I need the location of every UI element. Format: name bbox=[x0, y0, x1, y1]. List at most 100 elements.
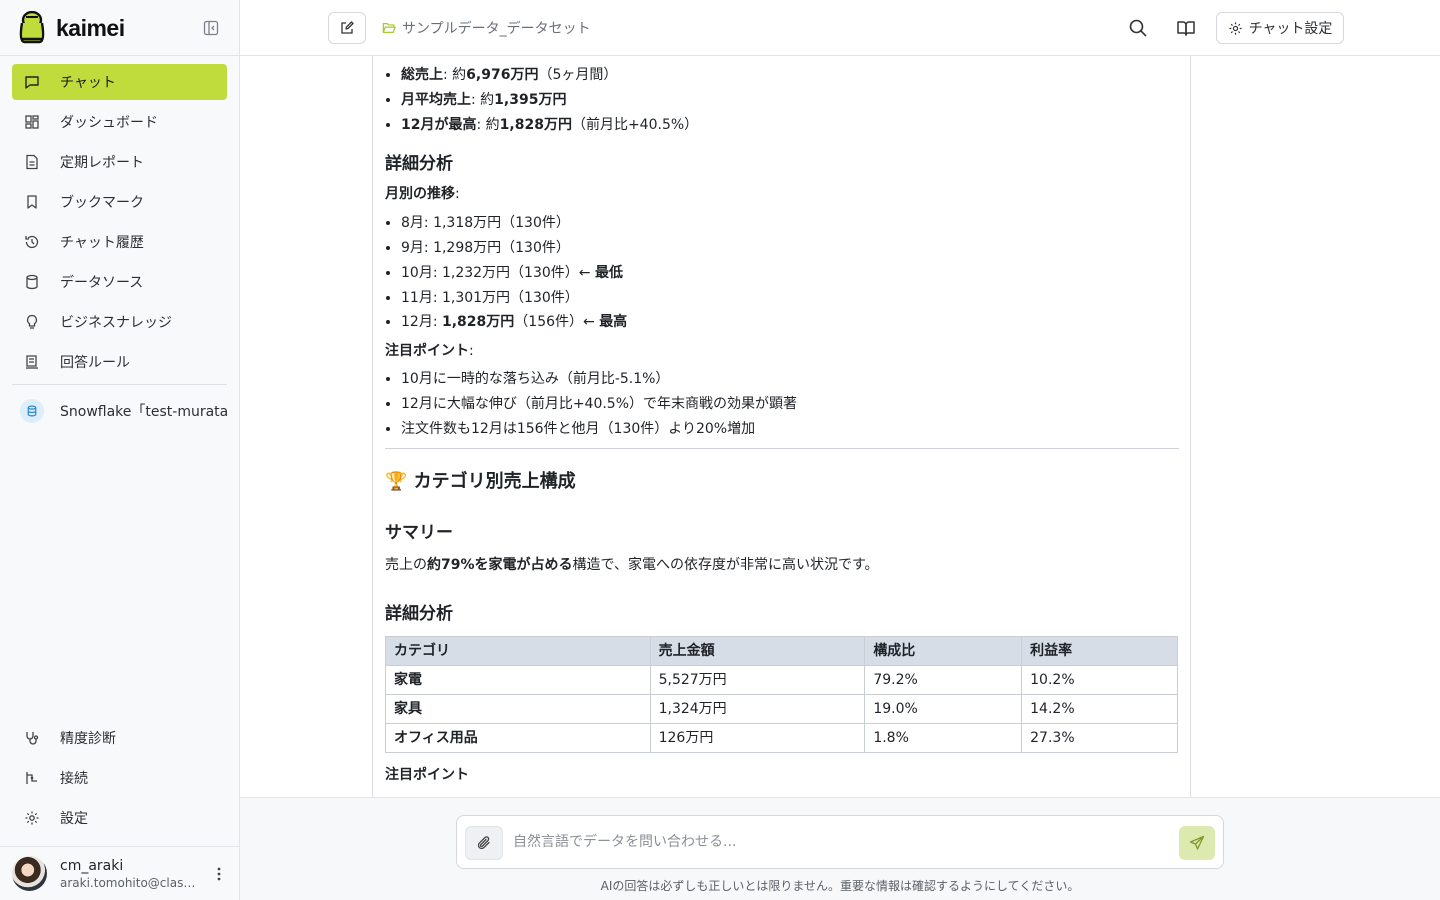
summary-note: （前月比+40.5%） bbox=[571, 116, 699, 133]
sidebar-item-label: データソース bbox=[60, 275, 144, 291]
summary-key: 月平均売上 bbox=[401, 91, 471, 108]
message-content: 総売上: 約6,976万円（5ヶ月間） 月平均売上: 約1,395万円 12月が… bbox=[385, 56, 1179, 788]
disclaimer: AIの回答は必ずしも正しいとは限りません。重要な情報は確認するようにしてください… bbox=[600, 879, 1080, 893]
search-icon[interactable] bbox=[1126, 16, 1150, 40]
breadcrumb[interactable]: サンプルデータ_データセット bbox=[382, 18, 591, 38]
sidebar: kaimei チャット ダッシュボード 定期レポート ブックマーク チャット履歴… bbox=[0, 0, 240, 900]
sidebar-item-label: 定期レポート bbox=[60, 155, 144, 171]
list-item: 8月: 1,318万円（130件） bbox=[401, 211, 1179, 236]
table-row: 家具 1,324万円 19.0% 14.2% bbox=[385, 694, 1178, 725]
sidebar-divider bbox=[12, 384, 227, 385]
sidebar-item-diagnostics[interactable]: 精度診断 bbox=[12, 720, 227, 756]
paperclip-icon bbox=[477, 836, 490, 850]
month-text: 8月: 1,318万円（130件） bbox=[401, 215, 570, 232]
month-tag: 最高 bbox=[599, 314, 628, 331]
kaimei-logo-icon bbox=[19, 11, 45, 44]
attention-list: 10月に一時的な落ち込み（前月比-5.1%） 12月に大幅な伸び（前月比+40.… bbox=[385, 367, 1179, 441]
collapse-sidebar-icon[interactable] bbox=[201, 18, 221, 38]
month-text: 9月: 1,298万円（130件） bbox=[401, 239, 570, 256]
sidebar-item-label: 精度診断 bbox=[60, 731, 116, 747]
sidebar-item-reports[interactable]: 定期レポート bbox=[12, 144, 227, 180]
rules-icon bbox=[26, 355, 38, 369]
send-button[interactable] bbox=[1179, 826, 1215, 860]
connection-icon bbox=[26, 772, 37, 784]
summary-value: 6,976万円 bbox=[466, 67, 539, 83]
month-text: 10月: 1,232万円（130件）← bbox=[401, 264, 595, 281]
table-cell: 5,527万円 bbox=[649, 665, 866, 696]
section-heading: サマリー bbox=[385, 523, 453, 544]
composer bbox=[456, 815, 1224, 869]
table-cell: 126万円 bbox=[649, 723, 866, 754]
sidebar-item-dashboard[interactable]: ダッシュボード bbox=[12, 104, 227, 140]
sidebar-item-label: ビジネスナレッジ bbox=[60, 315, 172, 331]
summary-key: 12月が最高 bbox=[401, 116, 477, 133]
table-cell: 19.0% bbox=[864, 694, 1023, 725]
bookmark-icon bbox=[27, 195, 37, 209]
dashboard-icon bbox=[25, 115, 39, 129]
list-item: 10月に一時的な落ち込み（前月比-5.1%） bbox=[401, 367, 1179, 392]
month-text: 11月: 1,301万円（130件） bbox=[401, 289, 579, 306]
more-vertical-icon[interactable] bbox=[212, 865, 226, 883]
new-chat-button[interactable] bbox=[328, 12, 366, 44]
chat-main: 総売上: 約6,976万円（5ヶ月間） 月平均売上: 約1,395万円 12月が… bbox=[240, 56, 1440, 797]
brand[interactable]: kaimei bbox=[16, 10, 125, 46]
list-item: 月平均売上: 約1,395万円 bbox=[401, 88, 1179, 113]
subheading: 注目ポイント bbox=[385, 343, 469, 360]
datasource-item[interactable]: Snowflake「test-murata」 bbox=[12, 393, 227, 429]
paragraph-text: 売上の bbox=[385, 557, 427, 574]
summary-note: （5ヶ月間） bbox=[538, 67, 618, 83]
list-item: 12月: 1,828万円（156件）← 最高 bbox=[401, 310, 1179, 335]
summary-paragraph: 売上の約79%を家電が占める構造で、家電への依存度が非常に高い状況です。 bbox=[385, 553, 1179, 578]
month-value: 1,828万円 bbox=[441, 314, 515, 331]
sidebar-item-chat[interactable]: チャット bbox=[12, 64, 227, 100]
category-table: カテゴリ 売上金額 構成比 利益率 家電 5,527万円 79.2% 10.2%… bbox=[385, 636, 1178, 754]
sidebar-item-knowledge[interactable]: ビジネスナレッジ bbox=[12, 304, 227, 340]
book-open-icon[interactable] bbox=[1174, 16, 1198, 40]
summary-value: 1,395万円 bbox=[494, 91, 567, 108]
summary-value: 1,828万円 bbox=[499, 116, 572, 133]
sidebar-item-datasources[interactable]: データソース bbox=[12, 264, 227, 300]
sidebar-item-connections[interactable]: 接続 bbox=[12, 760, 227, 796]
subheading: 月別の推移 bbox=[385, 186, 455, 203]
query-input[interactable] bbox=[513, 831, 1153, 853]
table-cell: 10.2% bbox=[1021, 665, 1178, 696]
sidebar-item-rules[interactable]: 回答ルール bbox=[12, 344, 227, 380]
sidebar-item-label: 回答ルール bbox=[60, 355, 130, 371]
sidebar-divider bbox=[0, 55, 240, 56]
sidebar-item-label: ダッシュボード bbox=[60, 115, 158, 131]
summary-text: : 約 bbox=[476, 116, 500, 133]
user-email: araki.tomohito@class... bbox=[60, 875, 200, 890]
sidebar-item-settings[interactable]: 設定 bbox=[12, 800, 227, 836]
sidebar-item-bookmarks[interactable]: ブックマーク bbox=[12, 184, 227, 220]
table-cell: 家具 bbox=[385, 694, 651, 725]
section-heading: 詳細分析 bbox=[385, 154, 453, 175]
attach-button[interactable] bbox=[465, 826, 503, 860]
table-cell: 1,324万円 bbox=[649, 694, 866, 725]
stethoscope-icon bbox=[26, 732, 39, 745]
paragraph-emphasis: 約79%を家電が占める bbox=[427, 557, 573, 574]
subheading: 注目ポイント bbox=[385, 767, 469, 784]
app-name: kaimei bbox=[56, 14, 125, 41]
chat-settings-button[interactable]: チャット設定 bbox=[1216, 12, 1344, 44]
summary-key: 総売上 bbox=[401, 67, 443, 83]
column-header: カテゴリ bbox=[385, 636, 651, 667]
assistant-message: 総売上: 約6,976万円（5ヶ月間） 月平均売上: 約1,395万円 12月が… bbox=[372, 56, 1191, 797]
list-item: 総売上: 約6,976万円（5ヶ月間） bbox=[401, 63, 1179, 88]
table-row: 家電 5,527万円 79.2% 10.2% bbox=[385, 665, 1178, 696]
top-header: サンプルデータ_データセット チャット設定 bbox=[240, 0, 1440, 56]
summary-text: : 約 bbox=[471, 91, 495, 108]
sidebar-item-history[interactable]: チャット履歴 bbox=[12, 224, 227, 260]
list-item: 注文件数も12月は156件と他月（130件）より20%増加 bbox=[401, 417, 1179, 442]
user-profile[interactable]: cm_araki araki.tomohito@class... bbox=[0, 846, 240, 900]
database-icon bbox=[26, 274, 38, 290]
table-cell: 79.2% bbox=[864, 665, 1023, 696]
column-header: 利益率 bbox=[1021, 636, 1178, 667]
send-icon bbox=[1189, 835, 1205, 850]
sidebar-nav: チャット ダッシュボード 定期レポート ブックマーク チャット履歴 データソース… bbox=[12, 64, 227, 429]
paragraph-text: 構造で、家電への依存度が非常に高い状況です。 bbox=[572, 557, 879, 574]
table-cell: 14.2% bbox=[1021, 694, 1178, 725]
history-icon bbox=[25, 235, 39, 249]
sidebar-item-label: 接続 bbox=[60, 771, 88, 787]
lightbulb-icon bbox=[26, 314, 38, 329]
divider bbox=[385, 448, 1179, 450]
